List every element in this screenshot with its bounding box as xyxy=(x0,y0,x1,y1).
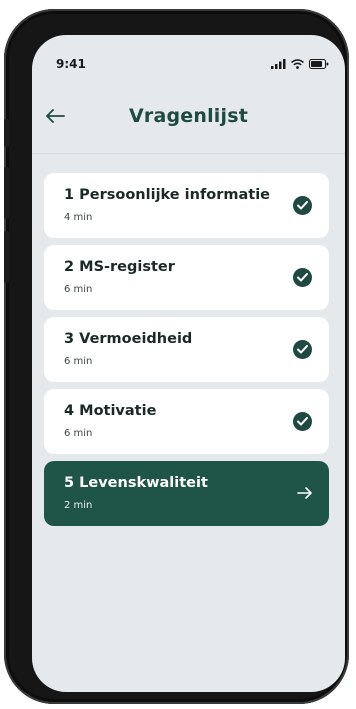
battery-icon xyxy=(309,59,329,69)
questionnaire-item-duration: 2 min xyxy=(64,500,93,511)
arrow-right-icon xyxy=(297,487,312,499)
questionnaire-item-2[interactable]: 2 MS-register 6 min xyxy=(44,245,329,310)
questionnaire-item-1[interactable]: 1 Persoonlijke informatie 4 min xyxy=(44,173,329,238)
questionnaire-item-title: 4 Motivatie xyxy=(64,403,157,419)
questionnaire-item-title: 2 MS-register xyxy=(64,259,175,275)
questionnaire-list: 1 Persoonlijke informatie 4 min 2 MS-reg… xyxy=(44,173,329,533)
questionnaire-item-5[interactable]: 5 Levenskwaliteit 2 min xyxy=(44,461,329,526)
volume-up-button xyxy=(4,167,9,219)
questionnaire-item-3[interactable]: 3 Vermoeidheid 6 min xyxy=(44,317,329,382)
check-circle-icon xyxy=(293,196,312,215)
check-circle-icon xyxy=(293,340,312,359)
questionnaire-item-duration: 6 min xyxy=(64,428,93,439)
phone-frame: 9:41 Vragenlijst 1 Persoonlijke informat… xyxy=(4,9,349,704)
questionnaire-item-duration: 6 min xyxy=(64,284,93,295)
check-circle-icon xyxy=(293,268,312,287)
mute-switch xyxy=(4,119,9,147)
questionnaire-item-4[interactable]: 4 Motivatie 6 min xyxy=(44,389,329,454)
questionnaire-item-title: 3 Vermoeidheid xyxy=(64,331,193,347)
check-circle-icon xyxy=(293,412,312,431)
questionnaire-item-duration: 6 min xyxy=(64,356,93,367)
status-icons xyxy=(271,59,329,69)
header-divider xyxy=(32,153,345,154)
questionnaire-item-title: 5 Levenskwaliteit xyxy=(64,475,208,491)
page-title: Vragenlijst xyxy=(128,105,249,127)
screen: 9:41 Vragenlijst 1 Persoonlijke informat… xyxy=(32,35,345,692)
volume-down-button xyxy=(4,231,9,283)
status-time: 9:41 xyxy=(56,57,86,71)
signal-icon xyxy=(271,59,286,69)
questionnaire-item-title: 1 Persoonlijke informatie xyxy=(64,187,271,203)
questionnaire-item-duration: 4 min xyxy=(64,212,93,223)
wifi-icon xyxy=(291,59,304,69)
